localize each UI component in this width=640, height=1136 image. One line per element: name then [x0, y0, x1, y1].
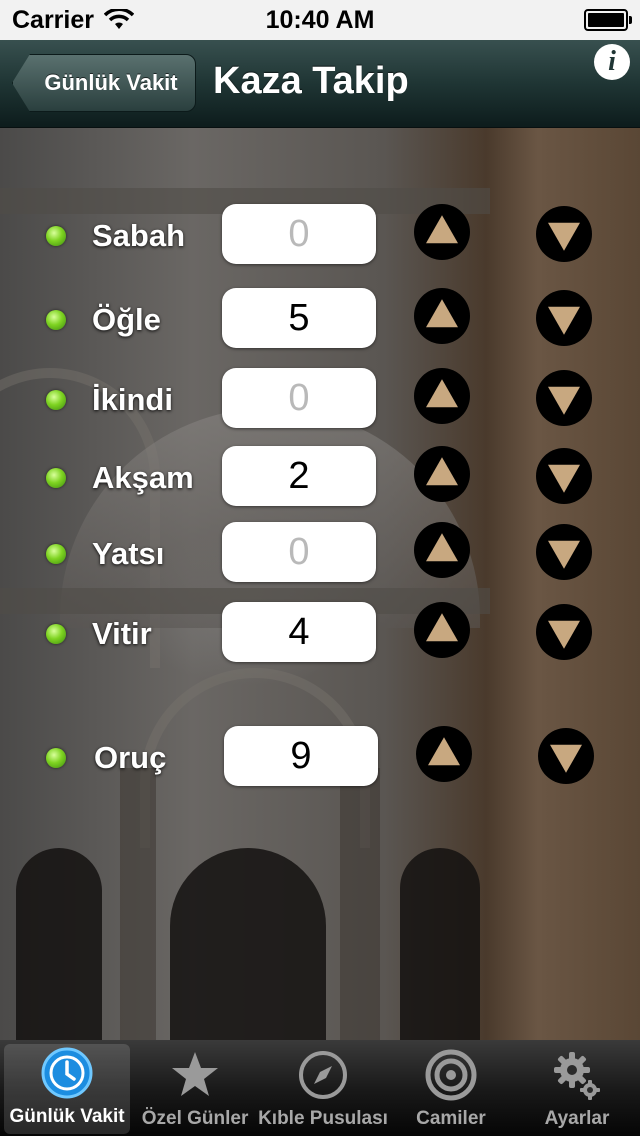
tab-label: Camiler — [416, 1108, 486, 1129]
count-field[interactable]: 4 — [222, 602, 376, 662]
status-indicator — [46, 310, 66, 330]
bg-window-center — [170, 848, 326, 1040]
decrement-button[interactable] — [536, 290, 592, 346]
decrement-button[interactable] — [538, 728, 594, 784]
tab-kible-pusulasi[interactable]: Kıble Pusulası — [258, 1040, 388, 1136]
row-label: Vitir — [92, 616, 152, 651]
status-indicator — [46, 226, 66, 246]
row-label: Öğle — [92, 302, 161, 337]
gear-icon — [553, 1052, 600, 1100]
tab-label: Özel Günler — [141, 1108, 249, 1129]
status-indicator — [46, 390, 66, 410]
back-button[interactable]: Günlük Vakit — [12, 54, 196, 112]
row-ikindi: İkindi 0 — [0, 368, 640, 428]
status-indicator — [46, 624, 66, 644]
increment-button[interactable] — [414, 288, 470, 344]
wifi-icon — [104, 9, 134, 29]
tab-gunluk-vakit[interactable]: Günlük Vakit — [4, 1044, 131, 1134]
increment-button[interactable] — [414, 368, 470, 424]
decrement-button[interactable] — [536, 524, 592, 580]
bg-window-left — [16, 848, 102, 1040]
decrement-button[interactable] — [536, 448, 592, 504]
count-field[interactable]: 0 — [222, 522, 376, 582]
page-title: Kaza Takip — [213, 60, 409, 102]
bg-pillar-left — [120, 768, 156, 1040]
decrement-button[interactable] — [536, 370, 592, 426]
bg-window-right — [400, 848, 480, 1040]
tab-bar: Günlük Vakit Özel Günler Kıble Pusulası … — [0, 1040, 640, 1136]
decrement-button[interactable] — [536, 206, 592, 262]
row-ogle: Öğle 5 — [0, 288, 640, 348]
increment-button[interactable] — [414, 204, 470, 260]
count-field[interactable]: 9 — [224, 726, 378, 786]
row-label: Oruç — [94, 740, 167, 775]
count-field[interactable]: 5 — [222, 288, 376, 348]
screen: Carrier 10:40 AM Günlük Vakit Kaza Takip… — [0, 0, 640, 1136]
row-label: Sabah — [92, 218, 186, 253]
navigation-bar: Günlük Vakit Kaza Takip — [0, 40, 640, 128]
bg-pillar-right — [340, 768, 380, 1040]
tab-camiler[interactable]: Camiler — [388, 1040, 514, 1136]
count-field[interactable]: 2 — [222, 446, 376, 506]
row-yatsi: Yatsı 0 — [0, 522, 640, 582]
battery-level — [588, 13, 624, 27]
tab-ayarlar[interactable]: Ayarlar — [514, 1040, 640, 1136]
row-oruc: Oruç 9 — [0, 726, 640, 786]
row-vitir: Vitir 4 — [0, 602, 640, 662]
tab-ozel-gunler[interactable]: Özel Günler — [132, 1040, 258, 1136]
star-icon — [172, 1052, 219, 1096]
status-indicator — [46, 544, 66, 564]
tab-label: Günlük Vakit — [9, 1106, 125, 1127]
status-bar: Carrier 10:40 AM — [0, 0, 640, 40]
background-photo — [0, 128, 640, 1040]
count-field[interactable]: 0 — [222, 368, 376, 428]
status-left: Carrier — [12, 6, 134, 35]
count-field[interactable]: 0 — [222, 204, 376, 264]
increment-button[interactable] — [416, 726, 472, 782]
clock-icon — [41, 1047, 93, 1099]
battery-icon — [584, 9, 632, 31]
row-aksam: Akşam 2 — [0, 446, 640, 506]
decrement-button[interactable] — [536, 604, 592, 660]
row-label: Akşam — [92, 460, 194, 495]
target-icon — [425, 1049, 477, 1101]
increment-button[interactable] — [414, 522, 470, 578]
increment-button[interactable] — [414, 446, 470, 502]
info-icon[interactable]: i — [594, 44, 630, 80]
row-sabah: Sabah 0 — [0, 204, 640, 264]
compass-icon — [299, 1051, 347, 1099]
row-label: Yatsı — [92, 536, 165, 571]
carrier-label: Carrier — [12, 5, 94, 34]
increment-button[interactable] — [414, 602, 470, 658]
status-indicator — [46, 748, 66, 768]
tab-label: Ayarlar — [544, 1108, 610, 1129]
tab-label: Kıble Pusulası — [258, 1108, 388, 1129]
status-indicator — [46, 468, 66, 488]
row-label: İkindi — [92, 382, 173, 417]
